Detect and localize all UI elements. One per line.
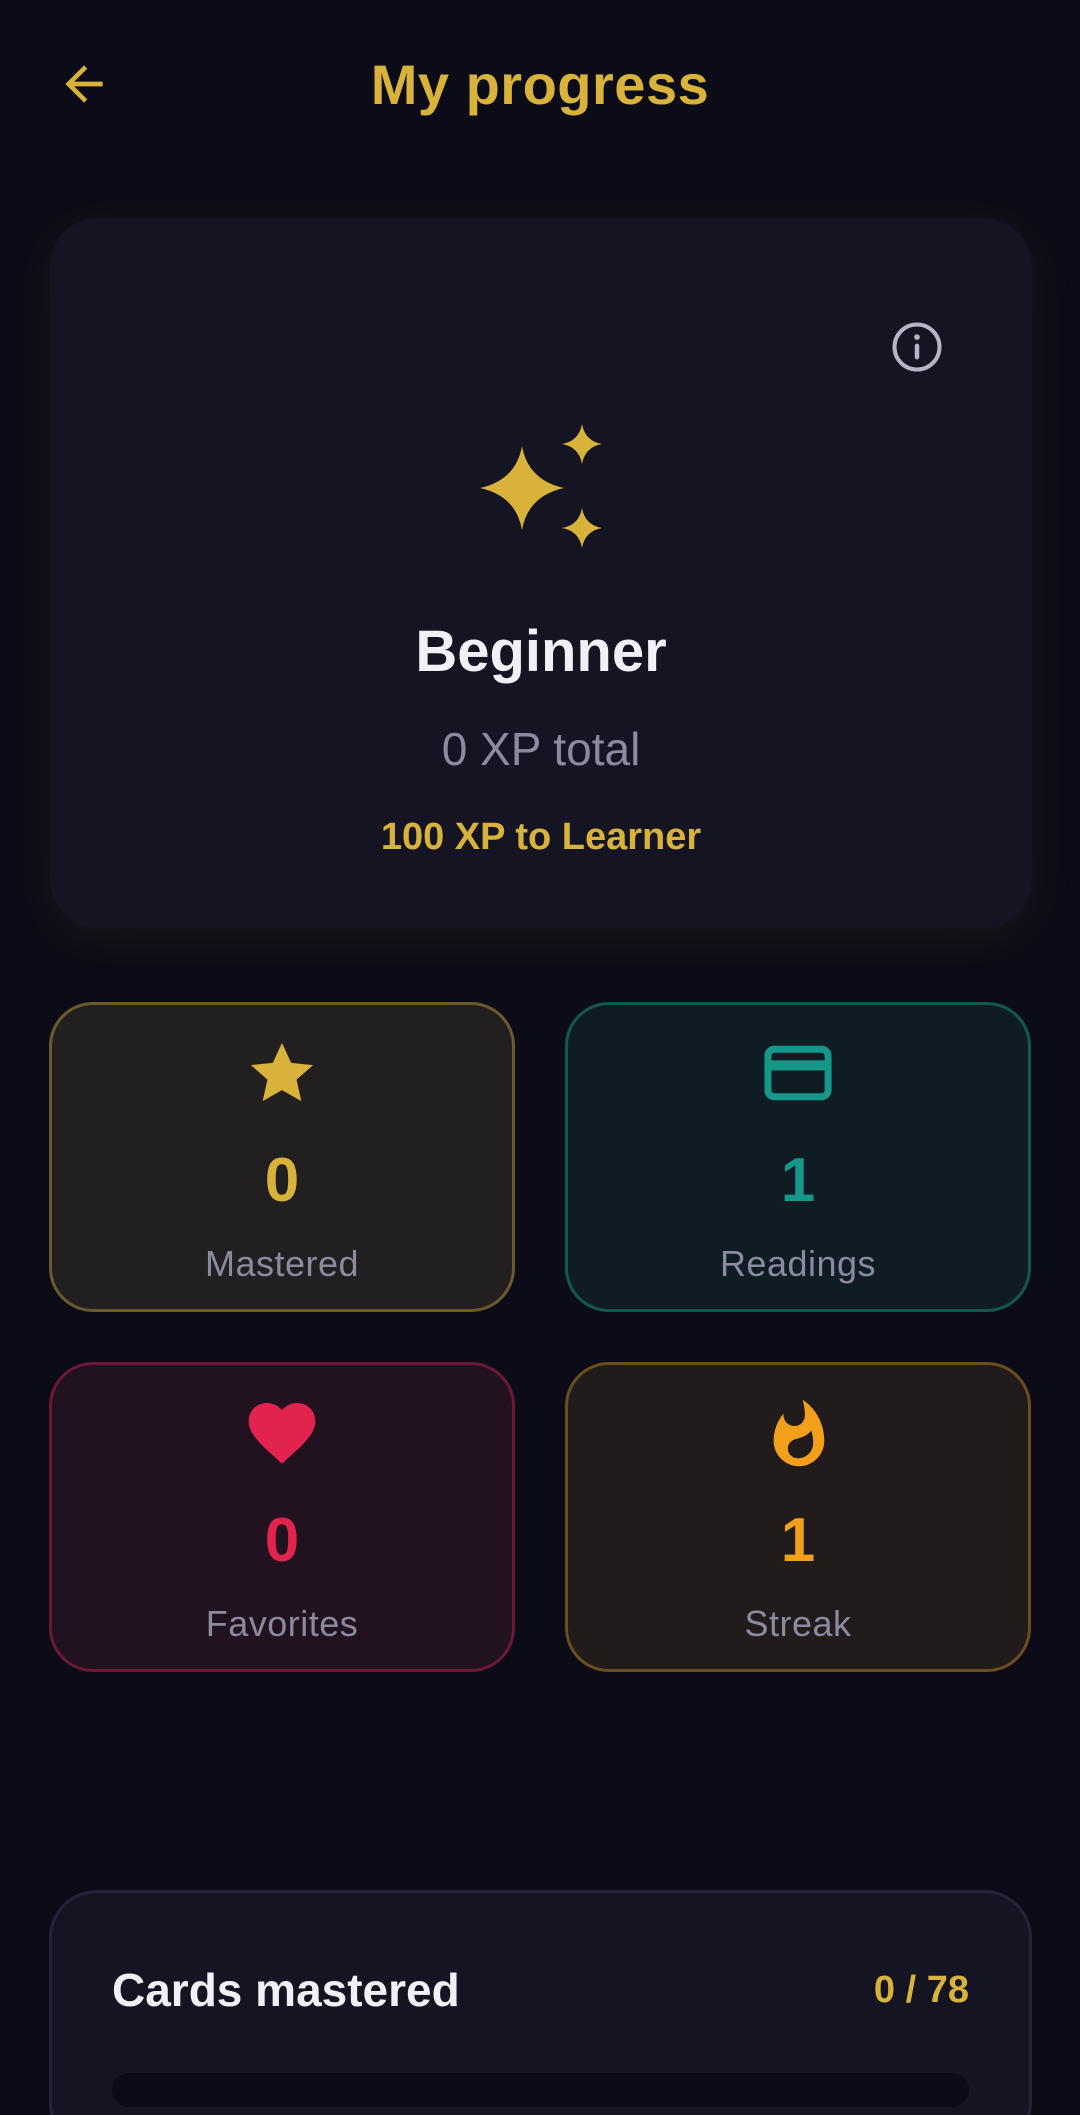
stat-tile-streak[interactable]: 1 Streak (565, 1362, 1031, 1672)
xp-to-next-level: 100 XP to Learner (380, 816, 702, 858)
card-icon (764, 1045, 832, 1101)
star-icon (250, 1042, 314, 1102)
page-title: My progress (370, 53, 710, 116)
icon-wrap (568, 1393, 1028, 1473)
xp-total: 0 XP total (441, 723, 641, 775)
progress-screen: My progress Beginner 0 XP total 100 XP t… (0, 0, 1080, 2115)
stat-value: 1 (780, 1506, 816, 1575)
icon-wrap (52, 1033, 512, 1113)
fire-icon (773, 1399, 825, 1467)
stat-tile-favorites[interactable]: 0 Favorites (49, 1362, 515, 1672)
info-button[interactable] (890, 320, 944, 374)
heart-icon (248, 1403, 316, 1464)
icon-wrap (568, 1033, 1028, 1113)
stat-value: 1 (780, 1146, 816, 1215)
app-header: My progress (0, 0, 1080, 170)
stat-label: Favorites (205, 1603, 359, 1644)
stat-tile-readings[interactable]: 1 Readings (565, 1002, 1031, 1312)
stat-value: 0 (264, 1146, 300, 1215)
cards-mastered-count: 0 / 78 (873, 1969, 969, 2011)
sparkles-icon (480, 424, 602, 548)
cards-mastered-card: Cards mastered 0 / 78 (49, 1890, 1032, 2115)
stat-label: Readings (719, 1243, 877, 1284)
cards-mastered-title: Cards mastered (112, 1964, 460, 2016)
icon-wrap (52, 1393, 512, 1473)
stat-label: Mastered (204, 1243, 360, 1284)
level-name: Beginner (415, 619, 667, 684)
stat-value: 0 (264, 1506, 300, 1575)
level-card: Beginner 0 XP total 100 XP to Learner (50, 218, 1032, 928)
stat-label: Streak (744, 1603, 852, 1644)
info-circle-icon (892, 322, 942, 372)
stat-tile-mastered[interactable]: 0 Mastered (49, 1002, 515, 1312)
mastered-progress-bar (112, 2073, 969, 2107)
